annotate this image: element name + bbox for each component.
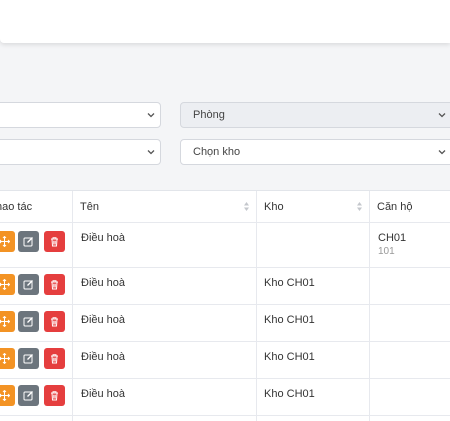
delete-button[interactable] — [44, 385, 65, 406]
move-icon — [0, 236, 10, 247]
sort-icon[interactable] — [243, 201, 250, 212]
edit-button[interactable] — [18, 311, 39, 332]
header-divider — [0, 222, 450, 223]
move-button[interactable] — [0, 385, 15, 406]
move-button[interactable] — [0, 311, 15, 332]
filter-select-left-1[interactable] — [0, 102, 161, 128]
edit-button[interactable] — [18, 348, 39, 369]
column-header-actions-label: hao tác — [0, 201, 33, 213]
cell-warehouse: Kho CH01 — [264, 277, 315, 289]
cell-warehouse: Kho CH01 — [264, 388, 315, 400]
move-icon — [0, 390, 10, 401]
filter-select-left-2[interactable] — [0, 139, 161, 165]
cell-name: Điều hoà — [81, 314, 126, 326]
warehouse-select[interactable]: Chọn kho — [180, 139, 450, 165]
trash-icon — [51, 391, 58, 401]
cell-name: Điều hoà — [81, 351, 126, 363]
trash-icon — [51, 354, 58, 364]
delete-button[interactable] — [44, 231, 65, 252]
column-header-name[interactable]: Tên — [72, 191, 256, 223]
move-button[interactable] — [0, 231, 15, 252]
cell-warehouse: Kho CH01 — [264, 351, 315, 363]
column-divider — [72, 191, 73, 421]
move-button[interactable] — [0, 348, 15, 369]
edit-button[interactable] — [18, 385, 39, 406]
row-divider — [0, 304, 450, 305]
chevron-down-icon — [438, 113, 446, 118]
edit-icon — [23, 391, 33, 401]
chevron-down-icon — [147, 113, 155, 118]
data-table: hao tác Tên Kho Căn hộ — [0, 190, 450, 421]
delete-button[interactable] — [44, 311, 65, 332]
edit-icon — [23, 317, 33, 327]
room-select[interactable]: Phòng — [180, 102, 450, 128]
move-icon — [0, 316, 10, 327]
warehouse-select-placeholder: Chọn kho — [193, 146, 241, 158]
edit-icon — [23, 280, 33, 290]
cell-warehouse: Kho CH01 — [264, 314, 315, 326]
delete-button[interactable] — [44, 348, 65, 369]
column-divider — [256, 191, 257, 421]
edit-button[interactable] — [18, 274, 39, 295]
row-divider — [0, 267, 450, 268]
move-icon — [0, 279, 10, 290]
cell-apartment: CH01 — [378, 232, 407, 244]
move-button[interactable] — [0, 274, 15, 295]
cell-name: Điều hoà — [81, 388, 126, 400]
chevron-down-icon — [438, 150, 446, 155]
trash-icon — [51, 237, 58, 247]
row-divider — [0, 415, 450, 416]
cell-name: Điều hoà — [81, 277, 126, 289]
column-header-apartment-label: Căn hộ — [377, 201, 413, 213]
edit-icon — [23, 354, 33, 364]
cell-name: Điều hoà — [81, 232, 126, 244]
top-bar — [0, 0, 450, 43]
edit-icon — [23, 237, 33, 247]
room-select-placeholder: Phòng — [193, 109, 225, 121]
column-header-warehouse[interactable]: Kho — [256, 191, 369, 223]
delete-button[interactable] — [44, 274, 65, 295]
trash-icon — [51, 317, 58, 327]
sort-icon[interactable] — [356, 201, 363, 212]
cell-apartment-sub: 101 — [378, 246, 395, 257]
row-divider — [0, 378, 450, 379]
column-header-name-label: Tên — [80, 201, 99, 213]
column-header-actions: hao tác — [0, 191, 72, 223]
column-divider — [369, 191, 370, 421]
column-header-apartment[interactable]: Căn hộ — [369, 191, 450, 223]
chevron-down-icon — [147, 150, 155, 155]
trash-icon — [51, 280, 58, 290]
edit-button[interactable] — [18, 231, 39, 252]
move-icon — [0, 353, 10, 364]
column-header-warehouse-label: Kho — [264, 201, 284, 213]
row-divider — [0, 341, 450, 342]
